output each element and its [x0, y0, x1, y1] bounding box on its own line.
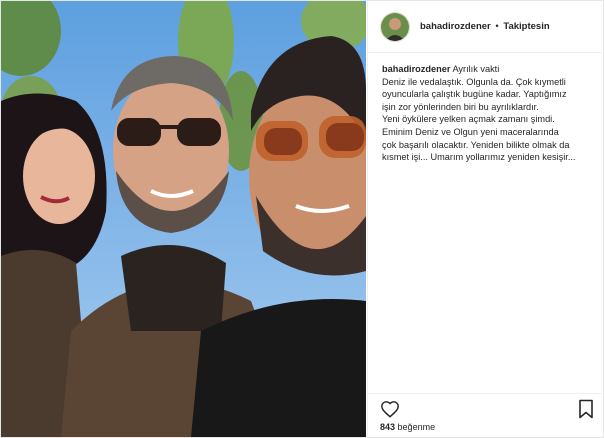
- post-caption: bahadirozdener Ayrılık vakti Deniz ile v…: [368, 53, 604, 164]
- heart-icon[interactable]: [380, 400, 400, 418]
- instagram-post: bahadirozdener • Takiptesin bahadirozden…: [0, 0, 604, 438]
- selfie-photo-illustration: [1, 1, 366, 437]
- post-actions: [368, 393, 604, 419]
- caption-line-text: Ayrılık vakti: [452, 64, 500, 74]
- header-text: bahadirozdener • Takiptesin: [420, 21, 550, 32]
- caption-line: Eminim Deniz ve Olgun yeni maceralarında: [382, 126, 559, 137]
- post-header: bahadirozdener • Takiptesin: [368, 1, 604, 53]
- caption-line: çok başarılı olacaktır. Yeniden bilikte …: [382, 139, 570, 150]
- caption-line: Yeni öykülere yelken açmak zamanı şimdi.: [382, 114, 555, 125]
- likes-number: 843: [380, 422, 396, 432]
- likes-count[interactable]: 843 beğenme: [380, 422, 435, 432]
- username-link[interactable]: bahadirozdener: [420, 21, 491, 32]
- caption-line: işin zor yönlerinden biri bu ayrılıklard…: [382, 101, 539, 112]
- caption-line: bahadirozdener Ayrılık vakti: [382, 63, 592, 76]
- post-photo[interactable]: [1, 1, 366, 437]
- caption-line: kısmet işi... Umarım yollarımız yeniden …: [382, 152, 576, 163]
- separator-dot: •: [495, 21, 499, 32]
- caption-line: Deniz ile vedalaştık. Olgunla da. Çok kı…: [382, 76, 566, 87]
- avatar[interactable]: [380, 11, 410, 42]
- caption-line: oyuncularla çalıştık bugüne kadar. Yaptı…: [382, 89, 567, 100]
- caption-username-link[interactable]: bahadirozdener: [382, 64, 450, 74]
- likes-label: beğenme: [397, 422, 436, 432]
- post-sidebar: bahadirozdener • Takiptesin bahadirozden…: [367, 1, 604, 437]
- follow-status-button[interactable]: Takiptesin: [503, 21, 549, 32]
- bookmark-icon[interactable]: [578, 399, 594, 419]
